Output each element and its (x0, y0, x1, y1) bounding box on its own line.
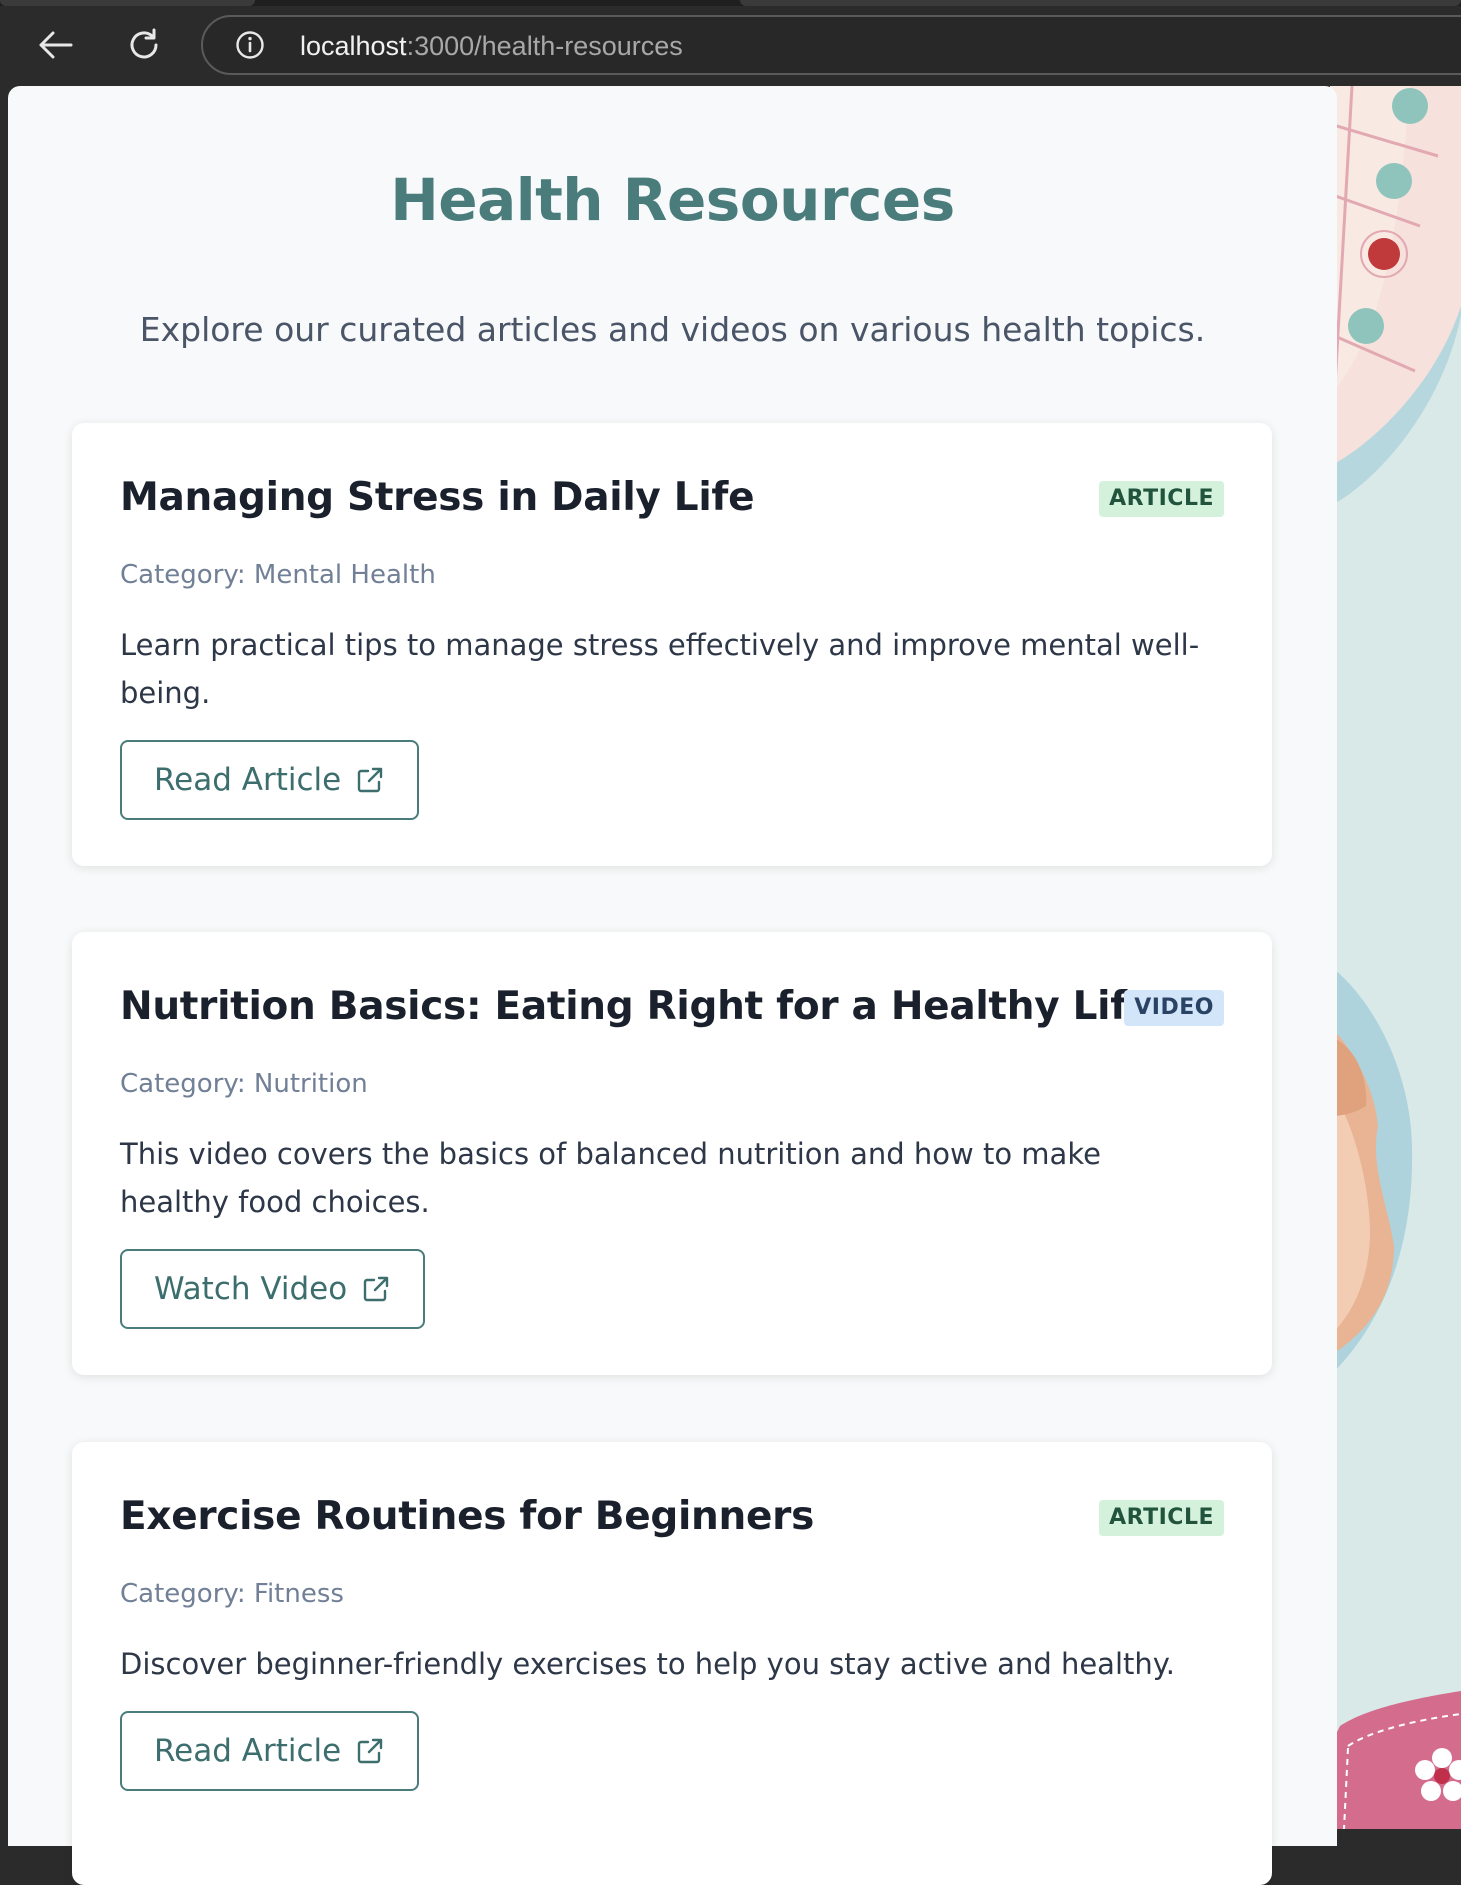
resource-card-nutrition: Nutrition Basics: Eating Right for a Hea… (72, 932, 1272, 1375)
decorative-background (1330, 86, 1461, 1829)
site-info-button[interactable] (235, 30, 265, 60)
resource-card-exercise: Exercise Routines for Beginners ARTICLE … (72, 1442, 1272, 1885)
resource-type-badge: ARTICLE (1099, 481, 1224, 517)
back-button[interactable] (30, 20, 80, 70)
external-link-icon (361, 1274, 391, 1304)
resource-category: Category: Fitness (120, 1579, 344, 1609)
resource-category: Category: Mental Health (120, 560, 436, 590)
url-text: localhost:3000/health-resources (300, 30, 683, 62)
external-link-icon (355, 1736, 385, 1766)
resource-description: Discover beginner-friendly exercises to … (120, 1647, 1176, 1681)
button-label: Read Article (154, 762, 342, 798)
browser-toolbar: localhost:3000/health-resources (0, 0, 1461, 86)
resource-description: This video covers the basics of balanced… (120, 1137, 1101, 1219)
page-content: Health Resources Explore our curated art… (8, 86, 1337, 1885)
read-article-button[interactable]: Read Article (120, 1711, 420, 1791)
address-bar[interactable]: localhost:3000/health-resources (201, 15, 1461, 75)
watch-video-button[interactable]: Watch Video (120, 1249, 426, 1329)
resource-title: Nutrition Basics: Eating Right for a Hea… (120, 984, 1154, 1029)
button-label: Watch Video (154, 1271, 348, 1307)
arrow-left-icon (39, 31, 73, 59)
read-article-button[interactable]: Read Article (120, 740, 420, 820)
page-title: Health Resources (390, 166, 955, 234)
resource-card-stress: Managing Stress in Daily Life ARTICLE Ca… (72, 423, 1272, 866)
info-icon (236, 31, 264, 59)
external-link-icon (355, 765, 385, 795)
url-path: :3000/health-resources (406, 31, 683, 61)
resource-type-badge: ARTICLE (1099, 1500, 1224, 1536)
page-subtitle: Explore our curated articles and videos … (139, 310, 1206, 349)
resource-title: Managing Stress in Daily Life (120, 475, 755, 520)
resource-title: Exercise Routines for Beginners (120, 1494, 814, 1539)
tab-strip (0, 0, 1461, 6)
resource-description: Learn practical tips to manage stress ef… (120, 628, 1200, 710)
resource-type-badge: VIDEO (1124, 990, 1224, 1026)
resource-category: Category: Nutrition (120, 1069, 368, 1099)
reload-button[interactable] (119, 20, 169, 70)
button-label: Read Article (154, 1733, 342, 1769)
reload-icon (130, 28, 158, 59)
url-host: localhost (300, 31, 407, 61)
